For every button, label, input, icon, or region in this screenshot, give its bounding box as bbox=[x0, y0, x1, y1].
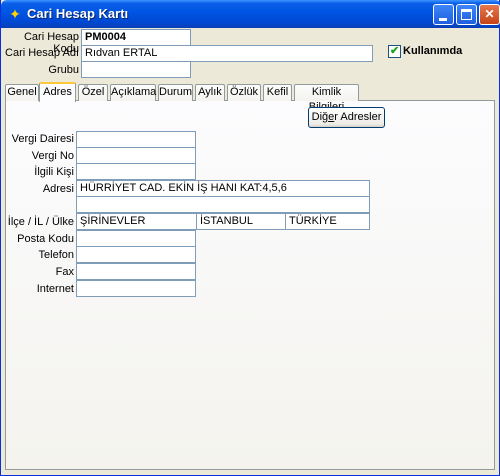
app-icon: ✦ bbox=[9, 6, 21, 22]
tax-no-field[interactable] bbox=[76, 147, 196, 164]
tab-genel[interactable]: Genel bbox=[5, 84, 39, 101]
tab-kefil[interactable]: Kefil bbox=[263, 84, 292, 101]
phone-label: Telefon bbox=[38, 249, 74, 261]
fax-field[interactable] bbox=[76, 263, 196, 280]
code-field[interactable]: PM0004 bbox=[81, 29, 191, 46]
address-line1-field[interactable]: HÜRRİYET CAD. EKİN İŞ HANI KAT:4,5,6 bbox=[76, 180, 370, 197]
close-icon: ✕ bbox=[484, 7, 495, 21]
checkmark-icon: ✔ bbox=[390, 45, 400, 57]
tab-durum[interactable]: Durum bbox=[158, 84, 193, 101]
internet-label: Internet bbox=[36, 283, 74, 295]
district-field[interactable]: ŞİRİNEVLER bbox=[76, 213, 197, 230]
group-label: Grubu bbox=[48, 64, 79, 76]
active-label[interactable]: Kullanımda bbox=[403, 45, 462, 57]
cari-hesap-window: ✦ Cari Hesap Kartı ✕ Cari Hesap Kodu PM0… bbox=[0, 0, 500, 476]
address-label: Adresi bbox=[42, 183, 74, 195]
postal-field[interactable] bbox=[76, 230, 196, 247]
contact-field[interactable] bbox=[76, 163, 196, 180]
city-field[interactable]: İSTANBUL bbox=[196, 213, 286, 230]
other-addresses-button[interactable]: Diğer Adresler bbox=[308, 107, 385, 128]
other-addresses-label-start: Diğ bbox=[311, 111, 329, 123]
tab-ozel[interactable]: Özel bbox=[78, 84, 108, 101]
name-field[interactable]: Rıdvan ERTAL bbox=[81, 45, 373, 62]
title-bar[interactable]: ✦ Cari Hesap Kartı ✕ bbox=[1, 0, 500, 28]
minimize-button[interactable] bbox=[433, 4, 454, 25]
tax-office-field[interactable] bbox=[76, 131, 196, 148]
postal-label: Posta Kodu bbox=[17, 233, 74, 245]
minimize-icon bbox=[439, 18, 447, 21]
region-label: İlçe / İL / Ülke bbox=[7, 216, 74, 228]
fax-label: Fax bbox=[55, 266, 74, 278]
phone-field[interactable] bbox=[76, 246, 196, 263]
maximize-button[interactable] bbox=[456, 4, 477, 25]
address-line2-field[interactable] bbox=[76, 196, 370, 213]
tab-adres[interactable]: Adres bbox=[39, 82, 76, 102]
maximize-icon bbox=[461, 9, 472, 20]
window-title: Cari Hesap Kartı bbox=[27, 6, 129, 21]
name-label: Cari Hesap Adı bbox=[5, 47, 79, 59]
tab-aciklama[interactable]: Açıklama bbox=[110, 84, 156, 101]
contact-label: İlgili Kişi bbox=[34, 166, 74, 178]
tab-ozluk[interactable]: Özlük bbox=[227, 84, 261, 101]
tax-no-label: Vergi No bbox=[31, 150, 74, 162]
active-checkbox[interactable]: ✔ bbox=[388, 45, 401, 58]
group-field[interactable] bbox=[81, 61, 191, 78]
tax-office-label: Vergi Dairesi bbox=[11, 133, 74, 145]
tab-kimlik-bilgileri[interactable]: Kimlik Bilgileri bbox=[294, 84, 359, 113]
tab-aylik[interactable]: Aylık bbox=[195, 84, 225, 101]
country-field[interactable]: TÜRKİYE bbox=[285, 213, 370, 230]
internet-field[interactable] bbox=[76, 280, 196, 297]
close-button[interactable]: ✕ bbox=[479, 4, 500, 25]
other-addresses-label-end: r Adresler bbox=[334, 111, 382, 123]
